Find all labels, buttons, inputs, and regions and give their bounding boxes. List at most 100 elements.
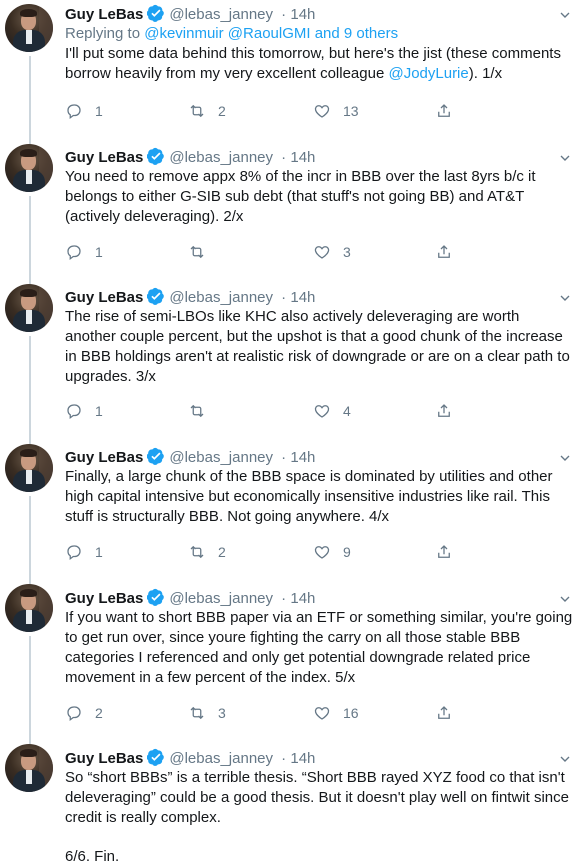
author-handle[interactable]: @lebas_janney [169,449,273,466]
reply-button[interactable]: 2 [65,703,103,723]
reply-button[interactable]: 1 [65,242,103,262]
tweet-text-footer: 6/6. Fin. [65,848,120,865]
tweet[interactable]: Guy LeBas @lebas_janney · 14h The rise of… [0,280,579,440]
avatar[interactable] [5,584,53,632]
share-icon [438,404,450,417]
avatar[interactable] [5,444,53,492]
share-button[interactable] [435,703,453,723]
share-button[interactable] [435,542,453,562]
tweet-actions: 1 2 9 [65,542,465,562]
verified-badge-icon [147,447,165,465]
avatar[interactable] [5,4,53,52]
author-handle[interactable]: @lebas_janney [169,6,273,23]
reply-button[interactable]: 1 [65,101,103,121]
verified-badge-icon [147,147,165,165]
share-button[interactable] [435,101,453,121]
share-icon [438,545,450,558]
chevron-down-icon[interactable] [557,751,573,767]
author-name[interactable]: Guy LeBas [65,750,143,767]
author-handle[interactable]: @lebas_janney [169,289,273,306]
heart-icon [314,405,330,418]
tweet-actions: 1 2 13 [65,101,465,121]
timestamp[interactable]: 14h [290,750,315,767]
avatar[interactable] [5,744,53,792]
avatar[interactable] [5,144,53,192]
verified-badge-icon [147,748,165,766]
tweet-actions: 2 3 16 [65,703,465,723]
retweet-icon [190,706,204,720]
timestamp[interactable]: 14h [290,449,315,466]
tweet[interactable]: Guy LeBas @lebas_janney · 14h Replying to… [0,0,579,140]
tweet[interactable]: Guy LeBas @lebas_janney · 14h Finally, a … [0,440,579,580]
tweet-header: Guy LeBas @lebas_janney · 14h [65,4,316,23]
author-handle[interactable]: @lebas_janney [169,590,273,607]
retweet-button[interactable]: 3 [188,703,226,723]
tweet-header: Guy LeBas @lebas_janney · 14h [65,447,316,466]
reply-icon [67,545,81,561]
author-name[interactable]: Guy LeBas [65,6,143,23]
reply-count: 1 [95,544,103,560]
like-button[interactable]: 16 [313,703,359,723]
author-name[interactable]: Guy LeBas [65,449,143,466]
chevron-down-icon[interactable] [557,591,573,607]
tweet-header: Guy LeBas @lebas_janney · 14h [65,147,316,166]
tweet[interactable]: Guy LeBas @lebas_janney · 14h So “short B… [0,740,579,867]
like-button[interactable]: 13 [313,101,359,121]
retweet-button[interactable]: 2 [188,542,226,562]
avatar[interactable] [5,284,53,332]
like-count: 13 [343,103,359,119]
tweet-text: The rise of semi-LBOs like KHC also acti… [65,308,570,385]
retweet-button[interactable] [188,242,218,262]
timestamp[interactable]: 14h [290,149,315,166]
heart-icon [314,246,330,259]
replying-to: Replying to @kevinmuir @RaoulGMI and 9 o… [65,25,399,42]
like-count: 3 [343,244,351,260]
author-name[interactable]: Guy LeBas [65,590,143,607]
reply-icon [67,404,81,420]
retweet-icon [190,245,204,259]
chevron-down-icon[interactable] [557,450,573,466]
tweet-text: Finally, a large chunk of the BBB space … [65,468,553,525]
tweet-text: You need to remove appx 8% of the incr i… [65,168,536,225]
retweet-button[interactable]: 2 [188,101,226,121]
tweet-header: Guy LeBas @lebas_janney · 14h [65,748,316,767]
author-name[interactable]: Guy LeBas [65,289,143,306]
reply-button[interactable]: 1 [65,401,103,421]
reply-count: 1 [95,403,103,419]
tweet-text: So “short BBBs” is a terrible thesis. “S… [65,769,569,826]
retweet-button[interactable] [188,401,218,421]
tweet[interactable]: Guy LeBas @lebas_janney · 14h You need to… [0,140,579,280]
like-button[interactable]: 4 [313,401,351,421]
share-button[interactable] [435,242,453,262]
mention-link[interactable]: @JodyLurie [388,65,468,82]
timestamp[interactable]: 14h [290,289,315,306]
reply-icon [67,104,81,120]
heart-icon [314,105,330,118]
chevron-down-icon[interactable] [557,7,573,23]
author-handle[interactable]: @lebas_janney [169,149,273,166]
verified-badge-icon [147,588,165,606]
replying-to-links[interactable]: @kevinmuir @RaoulGMI and 9 others [144,25,398,42]
share-icon [438,706,450,719]
like-button[interactable]: 9 [313,542,351,562]
author-name[interactable]: Guy LeBas [65,149,143,166]
share-icon [438,104,450,117]
share-button[interactable] [435,401,453,421]
verified-badge-icon [147,287,165,305]
reply-icon [67,245,81,261]
reply-button[interactable]: 1 [65,542,103,562]
tweet-header: Guy LeBas @lebas_janney · 14h [65,287,316,306]
retweet-count: 2 [218,544,226,560]
tweet-actions: 1 3 [65,242,465,262]
reply-icon [67,706,81,722]
reply-count: 1 [95,244,103,260]
timestamp[interactable]: 14h [290,590,315,607]
chevron-down-icon[interactable] [557,290,573,306]
chevron-down-icon[interactable] [557,150,573,166]
like-button[interactable]: 3 [313,242,351,262]
author-handle[interactable]: @lebas_janney [169,750,273,767]
timestamp[interactable]: 14h [290,6,315,23]
like-count: 16 [343,705,359,721]
tweet[interactable]: Guy LeBas @lebas_janney · 14h If you want… [0,580,579,740]
verified-badge-icon [147,4,165,22]
